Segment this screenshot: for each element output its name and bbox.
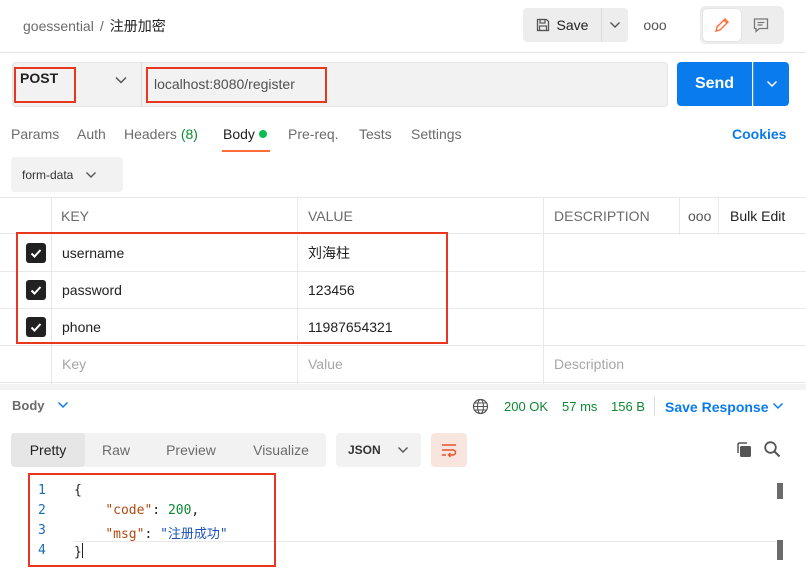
new-value-input[interactable]: Value xyxy=(298,346,343,382)
save-label: Save xyxy=(556,17,589,33)
url-bar xyxy=(12,62,668,107)
response-divider xyxy=(0,384,806,390)
column-divider xyxy=(679,197,680,235)
chevron-down-icon xyxy=(766,80,777,88)
response-view-tabs: Pretty Raw Preview Visualize xyxy=(11,433,326,467)
response-status[interactable]: 200 OK xyxy=(504,399,548,414)
header-divider xyxy=(0,52,806,53)
column-divider xyxy=(543,197,544,384)
search-icon[interactable] xyxy=(763,440,781,458)
send-options-button[interactable] xyxy=(753,62,789,106)
view-mode-toggle xyxy=(700,6,784,44)
view-tab-pretty[interactable]: Pretty xyxy=(11,433,85,467)
save-icon xyxy=(536,18,549,32)
request-name[interactable]: 注册加密 xyxy=(110,18,166,34)
value-column-header: VALUE xyxy=(308,207,353,224)
chevron-down-icon[interactable] xyxy=(772,402,784,410)
response-format-label: JSON xyxy=(348,443,381,457)
save-options-button[interactable] xyxy=(601,8,628,42)
method-highlight xyxy=(14,67,76,103)
tab-params[interactable]: Params xyxy=(11,126,59,142)
wrap-lines-icon xyxy=(442,444,457,458)
new-key-input[interactable]: Key xyxy=(52,346,86,382)
key-column-header: KEY xyxy=(61,207,90,224)
url-divider xyxy=(141,63,142,106)
breadcrumb-separator: / xyxy=(99,18,104,34)
chevron-down-icon xyxy=(397,447,408,453)
chevron-down-icon xyxy=(610,22,620,28)
column-divider xyxy=(718,197,719,235)
copy-icon[interactable] xyxy=(735,441,753,459)
save-group: Save xyxy=(523,8,628,42)
response-header-divider xyxy=(654,396,655,416)
view-tab-preview[interactable]: Preview xyxy=(156,433,226,467)
scrollbar-thumb[interactable] xyxy=(777,483,783,499)
response-size[interactable]: 156 B xyxy=(611,399,645,414)
response-highlight xyxy=(28,473,276,567)
bulk-edit-button[interactable]: Bulk Edit xyxy=(720,198,785,233)
edit-mode-button[interactable] xyxy=(703,9,741,41)
chevron-down-icon xyxy=(86,171,97,178)
table-header-row: KEY VALUE DESCRIPTION ooo Bulk Edit xyxy=(0,197,806,234)
breadcrumb: goessential / 注册加密 xyxy=(23,16,166,36)
body-type-label: form-data xyxy=(22,167,74,182)
cookies-link[interactable]: Cookies xyxy=(732,126,786,142)
more-actions-button[interactable]: ooo xyxy=(641,12,669,38)
save-button[interactable]: Save xyxy=(523,8,600,42)
tab-pre-request[interactable]: Pre-req. xyxy=(288,126,339,142)
new-description-input[interactable]: Description xyxy=(544,346,624,382)
chevron-down-icon[interactable] xyxy=(57,400,69,410)
pencil-icon xyxy=(715,18,729,32)
table-more-button[interactable]: ooo xyxy=(680,198,711,233)
table-row-empty: Key Value Description xyxy=(0,346,806,383)
globe-icon[interactable] xyxy=(472,398,489,415)
tab-tests[interactable]: Tests xyxy=(359,126,392,142)
tab-auth[interactable]: Auth xyxy=(77,126,106,142)
save-response-button[interactable]: Save Response xyxy=(665,399,769,415)
send-button[interactable]: Send xyxy=(677,62,752,106)
headers-count: (8) xyxy=(180,126,198,142)
body-indicator-dot xyxy=(258,130,267,138)
response-body-label[interactable]: Body xyxy=(12,398,45,413)
workspace-link[interactable]: goessential xyxy=(23,18,94,34)
tab-headers[interactable]: Headers (8) xyxy=(124,126,198,142)
response-format-select[interactable]: JSON xyxy=(336,433,421,467)
active-tab-indicator xyxy=(222,150,270,152)
description-column-header: DESCRIPTION xyxy=(554,207,650,224)
tab-settings[interactable]: Settings xyxy=(411,126,462,142)
response-time[interactable]: 57 ms xyxy=(562,399,597,414)
chevron-down-icon[interactable] xyxy=(114,74,128,86)
body-type-select[interactable]: form-data xyxy=(11,157,123,192)
url-highlight xyxy=(146,67,327,103)
documentation-mode-button[interactable] xyxy=(742,9,780,41)
view-tab-visualize[interactable]: Visualize xyxy=(243,433,319,467)
comment-icon xyxy=(753,18,769,33)
view-tab-raw[interactable]: Raw xyxy=(91,433,141,467)
params-highlight xyxy=(16,232,448,344)
tab-body[interactable]: Body xyxy=(223,126,267,142)
wrap-lines-button[interactable] xyxy=(431,433,467,467)
scrollbar-thumb[interactable] xyxy=(777,540,783,560)
